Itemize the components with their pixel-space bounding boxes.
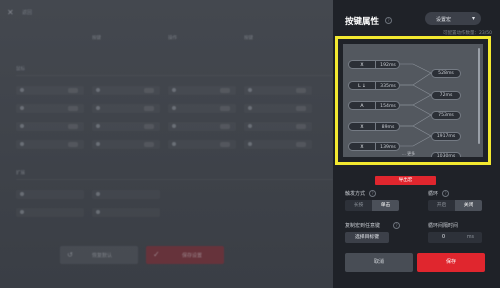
loop-interval-label: 循环间隔时间 [428, 223, 459, 229]
save-button[interactable]: 保存 [417, 253, 485, 272]
loop-toggle: 开启 关闭 [428, 200, 482, 211]
section-mouse: 鼠标 [16, 67, 25, 72]
column-header: 按键 [92, 36, 101, 41]
background-app: ✕ 返回 按键 操作 按键 鼠标 扩展 ↺ 恢复默认 ✓ 保存设置 [0, 0, 333, 288]
close-icon[interactable]: ✕ [7, 8, 14, 17]
bg-row [16, 140, 333, 150]
cancel-button[interactable]: 取消 [345, 253, 413, 272]
trigger-option-click[interactable]: 单击 [372, 200, 399, 211]
select-target-key-button[interactable]: 选择目标键 [345, 232, 389, 243]
triangle-down-icon: ▾ [471, 15, 475, 22]
bg-row [16, 86, 333, 96]
reset-icon: ↺ [67, 251, 73, 259]
panel-title: 按键属性 [345, 17, 380, 27]
divider [16, 179, 333, 180]
divider [16, 75, 333, 76]
check-icon: ✓ [153, 250, 160, 259]
background-content: ✕ 返回 按键 操作 按键 鼠标 扩展 ↺ 恢复默认 ✓ 保存设置 [0, 0, 333, 288]
column-header: 操作 [168, 36, 177, 41]
loop-label: 循环 [428, 191, 439, 197]
trigger-mode-label: 触发方式 [345, 191, 366, 197]
help-icon[interactable]: ? [369, 190, 376, 197]
copy-macro-label: 复制宏到任意键 [345, 223, 381, 229]
help-icon[interactable]: ? [385, 17, 392, 24]
save-settings-label: 保存设置 [182, 253, 203, 259]
bg-row [16, 104, 333, 114]
reset-default-label: 恢复默认 [92, 253, 113, 259]
profile-dropdown-value: 设置宏 [436, 17, 452, 23]
reset-default-button[interactable]: ↺ 恢复默认 [60, 246, 138, 264]
loop-option-on[interactable]: 开启 [428, 200, 455, 211]
save-settings-button[interactable]: ✓ 保存设置 [146, 246, 224, 264]
profile-dropdown[interactable]: 设置宏 ▾ [425, 12, 481, 25]
bg-row [16, 190, 333, 200]
bg-row [16, 208, 333, 218]
loop-interval-input[interactable]: 0 ms [428, 232, 482, 243]
column-header: 按键 [244, 36, 253, 41]
bg-row [16, 122, 333, 132]
export-macro-button[interactable]: 导出宏 [375, 176, 436, 185]
back-label[interactable]: 返回 [22, 9, 32, 16]
loop-interval-value: 0 [442, 235, 446, 240]
section-extension: 扩展 [16, 171, 25, 176]
loop-interval-unit: ms [466, 235, 474, 240]
key-properties-panel: 按键属性 ? 设置宏 ▾ 可配置动作数量：23/50 X 192ms L ↓ 3… [333, 0, 500, 288]
help-icon[interactable]: ? [442, 190, 449, 197]
trigger-mode-toggle: 长按 单击 [345, 200, 399, 211]
loop-option-off[interactable]: 关闭 [455, 200, 482, 211]
trigger-option-hold[interactable]: 长按 [345, 200, 372, 211]
highlight-box [335, 36, 491, 165]
help-icon[interactable]: ? [393, 222, 400, 229]
